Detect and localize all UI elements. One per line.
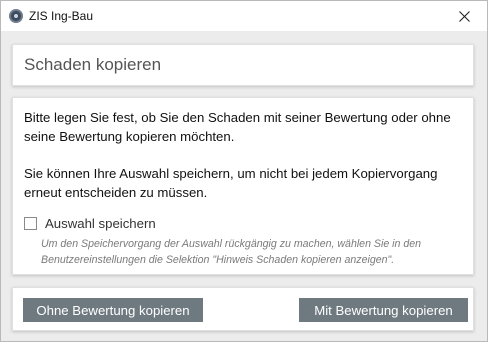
title-bar: ZIS Ing-Bau [1,1,487,31]
save-choice-label: Auswahl speichern [45,216,156,231]
instruction-text: Bitte legen Sie fest, ob Sie den Schaden… [24,110,451,144]
save-info-text: Sie können Ihre Auswahl speichern, um ni… [24,166,438,200]
zis-logo-icon [9,9,23,23]
hint-text: Um den Speichervorgang der Auswahl rückg… [41,238,422,266]
message-panel: Bitte legen Sie fest, ob Sie den Schaden… [12,97,474,275]
close-button[interactable] [441,1,487,31]
copy-with-rating-button[interactable]: Mit Bewertung kopieren [299,298,468,322]
button-panel: Ohne Bewertung kopieren Mit Bewertung ko… [12,287,474,331]
save-choice-checkbox-row[interactable]: Auswahl speichern [24,216,156,231]
dialog-heading: Schaden kopieren [24,55,162,74]
window-title: ZIS Ing-Bau [29,9,94,23]
save-choice-checkbox[interactable] [24,217,37,230]
close-icon [458,10,470,22]
copy-without-rating-button[interactable]: Ohne Bewertung kopieren [23,298,203,322]
dialog-window: ZIS Ing-Bau Schaden kopieren Bitte legen… [0,0,488,342]
header-panel: Schaden kopieren [12,44,474,86]
